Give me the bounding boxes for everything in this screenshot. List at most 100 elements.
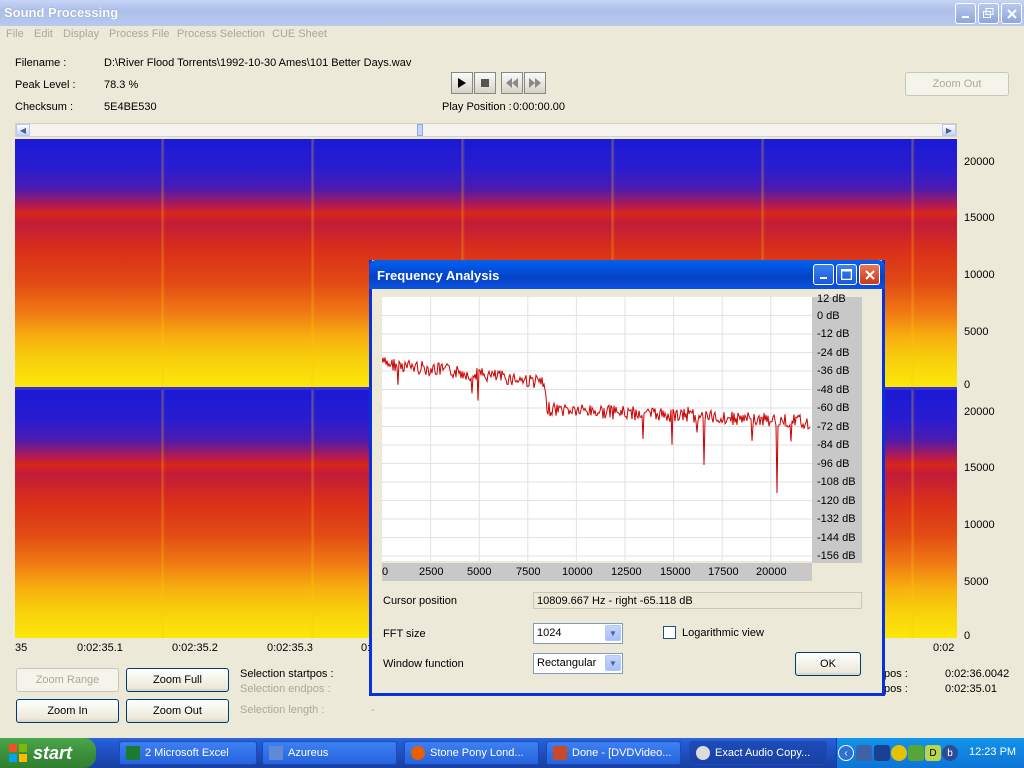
frequency-x-axis: 0 2500 5000 7500 10000 12500 15000 17500…	[382, 563, 812, 581]
restore-button[interactable]	[978, 3, 999, 24]
rewind-icon	[506, 78, 518, 88]
freq-tick: 2500	[419, 566, 444, 578]
minimize-button[interactable]	[955, 3, 976, 24]
dialog-close-button[interactable]	[859, 264, 880, 285]
main-title-bar: Sound Processing	[0, 0, 1024, 26]
frequency-axis-bottom: 20000 15000 10000 5000 0	[958, 390, 1006, 642]
y-tick: 15000	[964, 462, 995, 474]
db-tick: -48 dB	[817, 384, 850, 396]
close-button[interactable]	[1001, 3, 1022, 24]
horizontal-scrollbar[interactable]: ◀ ▶	[15, 123, 957, 137]
zoom-out-button[interactable]: Zoom Out	[126, 699, 229, 723]
scroll-right-arrow-icon[interactable]: ▶	[942, 124, 956, 136]
tray-radiation-icon[interactable]	[891, 745, 907, 761]
stop-icon	[481, 79, 489, 87]
db-tick: -96 dB	[817, 458, 850, 470]
tray-d-icon[interactable]: D	[925, 745, 941, 761]
rewind-button[interactable]	[501, 72, 523, 94]
db-tick: -144 dB	[817, 532, 856, 544]
menu-file[interactable]: File	[6, 28, 24, 40]
window-function-value: Rectangular	[537, 657, 597, 669]
db-tick: -12 dB	[817, 328, 850, 340]
window-title: Sound Processing	[4, 5, 119, 20]
dialog-minimize-button[interactable]	[813, 264, 834, 285]
cursor-position-label: Cursor position	[383, 595, 457, 607]
excel-icon	[126, 746, 140, 760]
window-function-select[interactable]: Rectangular ▼	[533, 653, 623, 674]
frequency-plot[interactable]	[381, 297, 812, 561]
fast-forward-button[interactable]	[524, 72, 546, 94]
tray-shield-icon[interactable]	[908, 745, 924, 761]
db-tick: -72 dB	[817, 421, 850, 433]
task-excel[interactable]: 2 Microsoft Excel	[119, 741, 257, 765]
freq-tick: 5000	[467, 566, 492, 578]
zoom-out-top-button[interactable]: Zoom Out	[905, 72, 1009, 96]
db-tick: -36 dB	[817, 365, 850, 377]
freq-tick: 20000	[756, 566, 787, 578]
db-tick: 0 dB	[817, 310, 840, 322]
time-label: 0:02	[933, 642, 955, 654]
freq-tick: 12500	[611, 566, 642, 578]
fft-size-select[interactable]: 1024 ▼	[533, 623, 623, 644]
checksum-value: 5E4BE530	[104, 101, 157, 113]
menu-display[interactable]: Display	[63, 28, 99, 40]
tray-network-icon[interactable]	[874, 745, 890, 761]
zoom-full-button[interactable]: Zoom Full	[126, 668, 229, 692]
minimize-icon	[961, 15, 969, 18]
position-value-1: 0:02:36.0042	[945, 668, 1010, 680]
dialog-maximize-button[interactable]	[836, 264, 857, 285]
scroll-thumb[interactable]	[417, 124, 423, 136]
selection-length-value: -	[371, 704, 375, 716]
menu-bar: File Edit Display Process File Process S…	[0, 26, 1024, 44]
db-tick: -156 dB	[817, 550, 856, 562]
start-button[interactable]: start	[0, 738, 96, 768]
tray-app-icon[interactable]	[856, 745, 872, 761]
ok-button[interactable]: OK	[795, 652, 861, 676]
zoom-range-button[interactable]: Zoom Range	[16, 668, 119, 692]
freq-tick: 15000	[660, 566, 691, 578]
firefox-icon	[411, 746, 425, 760]
task-label: 2 Microsoft Excel	[145, 747, 229, 759]
tray-b-icon[interactable]: b	[942, 745, 958, 761]
frequency-plot-svg	[381, 297, 812, 561]
stop-button[interactable]	[474, 72, 496, 94]
task-label: Done - [DVDVideo...	[572, 747, 672, 759]
dvd-icon	[553, 746, 567, 760]
play-button[interactable]	[451, 72, 473, 94]
maximize-icon	[841, 269, 852, 280]
y-tick: 5000	[964, 326, 989, 338]
start-label: start	[33, 742, 73, 763]
logarithmic-view-checkbox[interactable]	[663, 626, 676, 639]
chevron-down-icon[interactable]: ▼	[605, 625, 621, 641]
db-axis: 12 dB 0 dB -12 dB -24 dB -36 dB -48 dB -…	[812, 293, 862, 563]
task-exact-audio-copy[interactable]: Exact Audio Copy...	[689, 741, 827, 765]
db-tick: -120 dB	[817, 495, 856, 507]
minimize-icon	[819, 276, 827, 279]
freq-tick: 17500	[708, 566, 739, 578]
fast-forward-icon	[529, 78, 541, 88]
db-tick: -108 dB	[817, 476, 856, 488]
logarithmic-view-label: Logarithmic view	[682, 627, 764, 639]
menu-process-file[interactable]: Process File	[109, 28, 170, 40]
task-label: Azureus	[288, 747, 329, 759]
dialog-title-bar: Frequency Analysis	[369, 260, 885, 289]
position-value-2: 0:02:35.01	[945, 683, 997, 695]
fft-size-value: 1024	[537, 627, 562, 639]
windows-logo-icon	[9, 744, 27, 762]
azureus-icon	[269, 746, 283, 760]
scroll-left-arrow-icon[interactable]: ◀	[16, 124, 30, 136]
menu-process-selection[interactable]: Process Selection	[177, 28, 265, 40]
chevron-down-icon[interactable]: ▼	[605, 655, 621, 671]
close-icon	[1006, 8, 1017, 19]
clock: 12:23 PM	[969, 746, 1017, 758]
menu-cue-sheet[interactable]: CUE Sheet	[272, 28, 327, 40]
task-firefox[interactable]: Stone Pony Lond...	[404, 741, 539, 765]
selection-length-label: Selection length :	[240, 704, 325, 716]
task-dvdvideo[interactable]: Done - [DVDVideo...	[546, 741, 681, 765]
task-azureus[interactable]: Azureus	[262, 741, 397, 765]
zoom-in-button[interactable]: Zoom In	[16, 699, 119, 723]
menu-edit[interactable]: Edit	[34, 28, 53, 40]
tray-expand-icon[interactable]: ‹	[838, 745, 854, 761]
task-label: Stone Pony Lond...	[430, 747, 524, 759]
peak-level-label: Peak Level :	[15, 79, 76, 91]
